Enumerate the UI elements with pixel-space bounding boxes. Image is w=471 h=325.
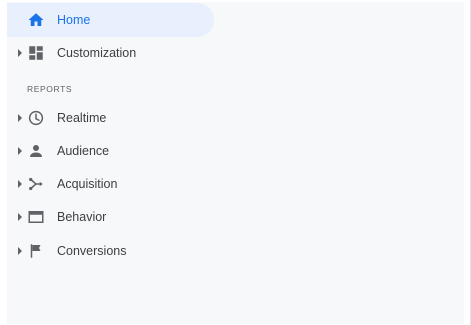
- sidebar-item-acquisition[interactable]: Acquisition: [7, 167, 214, 201]
- sidebar-item-conversions[interactable]: Conversions: [7, 234, 214, 268]
- expand-caret-icon[interactable]: [18, 147, 22, 155]
- dashboard-icon: [27, 44, 45, 62]
- sidebar-item-customization[interactable]: Customization: [7, 36, 214, 70]
- sidebar-item-label: Realtime: [57, 111, 107, 125]
- expand-caret-icon[interactable]: [18, 180, 22, 188]
- clock-icon: [27, 109, 45, 127]
- sidebar-item-behavior[interactable]: Behavior: [7, 200, 214, 234]
- sidebar-item-home[interactable]: Home: [7, 3, 214, 37]
- home-icon: [27, 11, 45, 29]
- sidebar-item-label: Behavior: [57, 210, 107, 224]
- person-icon: [27, 142, 45, 160]
- sidebar-item-label: Customization: [57, 46, 137, 60]
- flag-icon: [27, 242, 45, 260]
- sidebar-item-label: Home: [57, 13, 91, 27]
- expand-caret-icon[interactable]: [18, 213, 22, 221]
- browser-window-icon: [27, 208, 45, 226]
- section-title-reports: REPORTS: [27, 84, 73, 94]
- app-frame: Home Customization REPORTS Realtime Audi…: [0, 0, 471, 325]
- sidebar-item-realtime[interactable]: Realtime: [7, 101, 214, 135]
- acquisition-icon: [27, 175, 45, 193]
- sidebar-item-label: Audience: [57, 144, 110, 158]
- expand-caret-icon[interactable]: [18, 49, 22, 57]
- sidebar-item-label: Acquisition: [57, 177, 118, 191]
- sidebar-item-label: Conversions: [57, 244, 127, 258]
- sidebar-item-audience[interactable]: Audience: [7, 134, 214, 168]
- expand-caret-icon[interactable]: [18, 114, 22, 122]
- sidebar-nav: Home Customization REPORTS Realtime Audi…: [7, 2, 464, 324]
- expand-caret-icon[interactable]: [18, 247, 22, 255]
